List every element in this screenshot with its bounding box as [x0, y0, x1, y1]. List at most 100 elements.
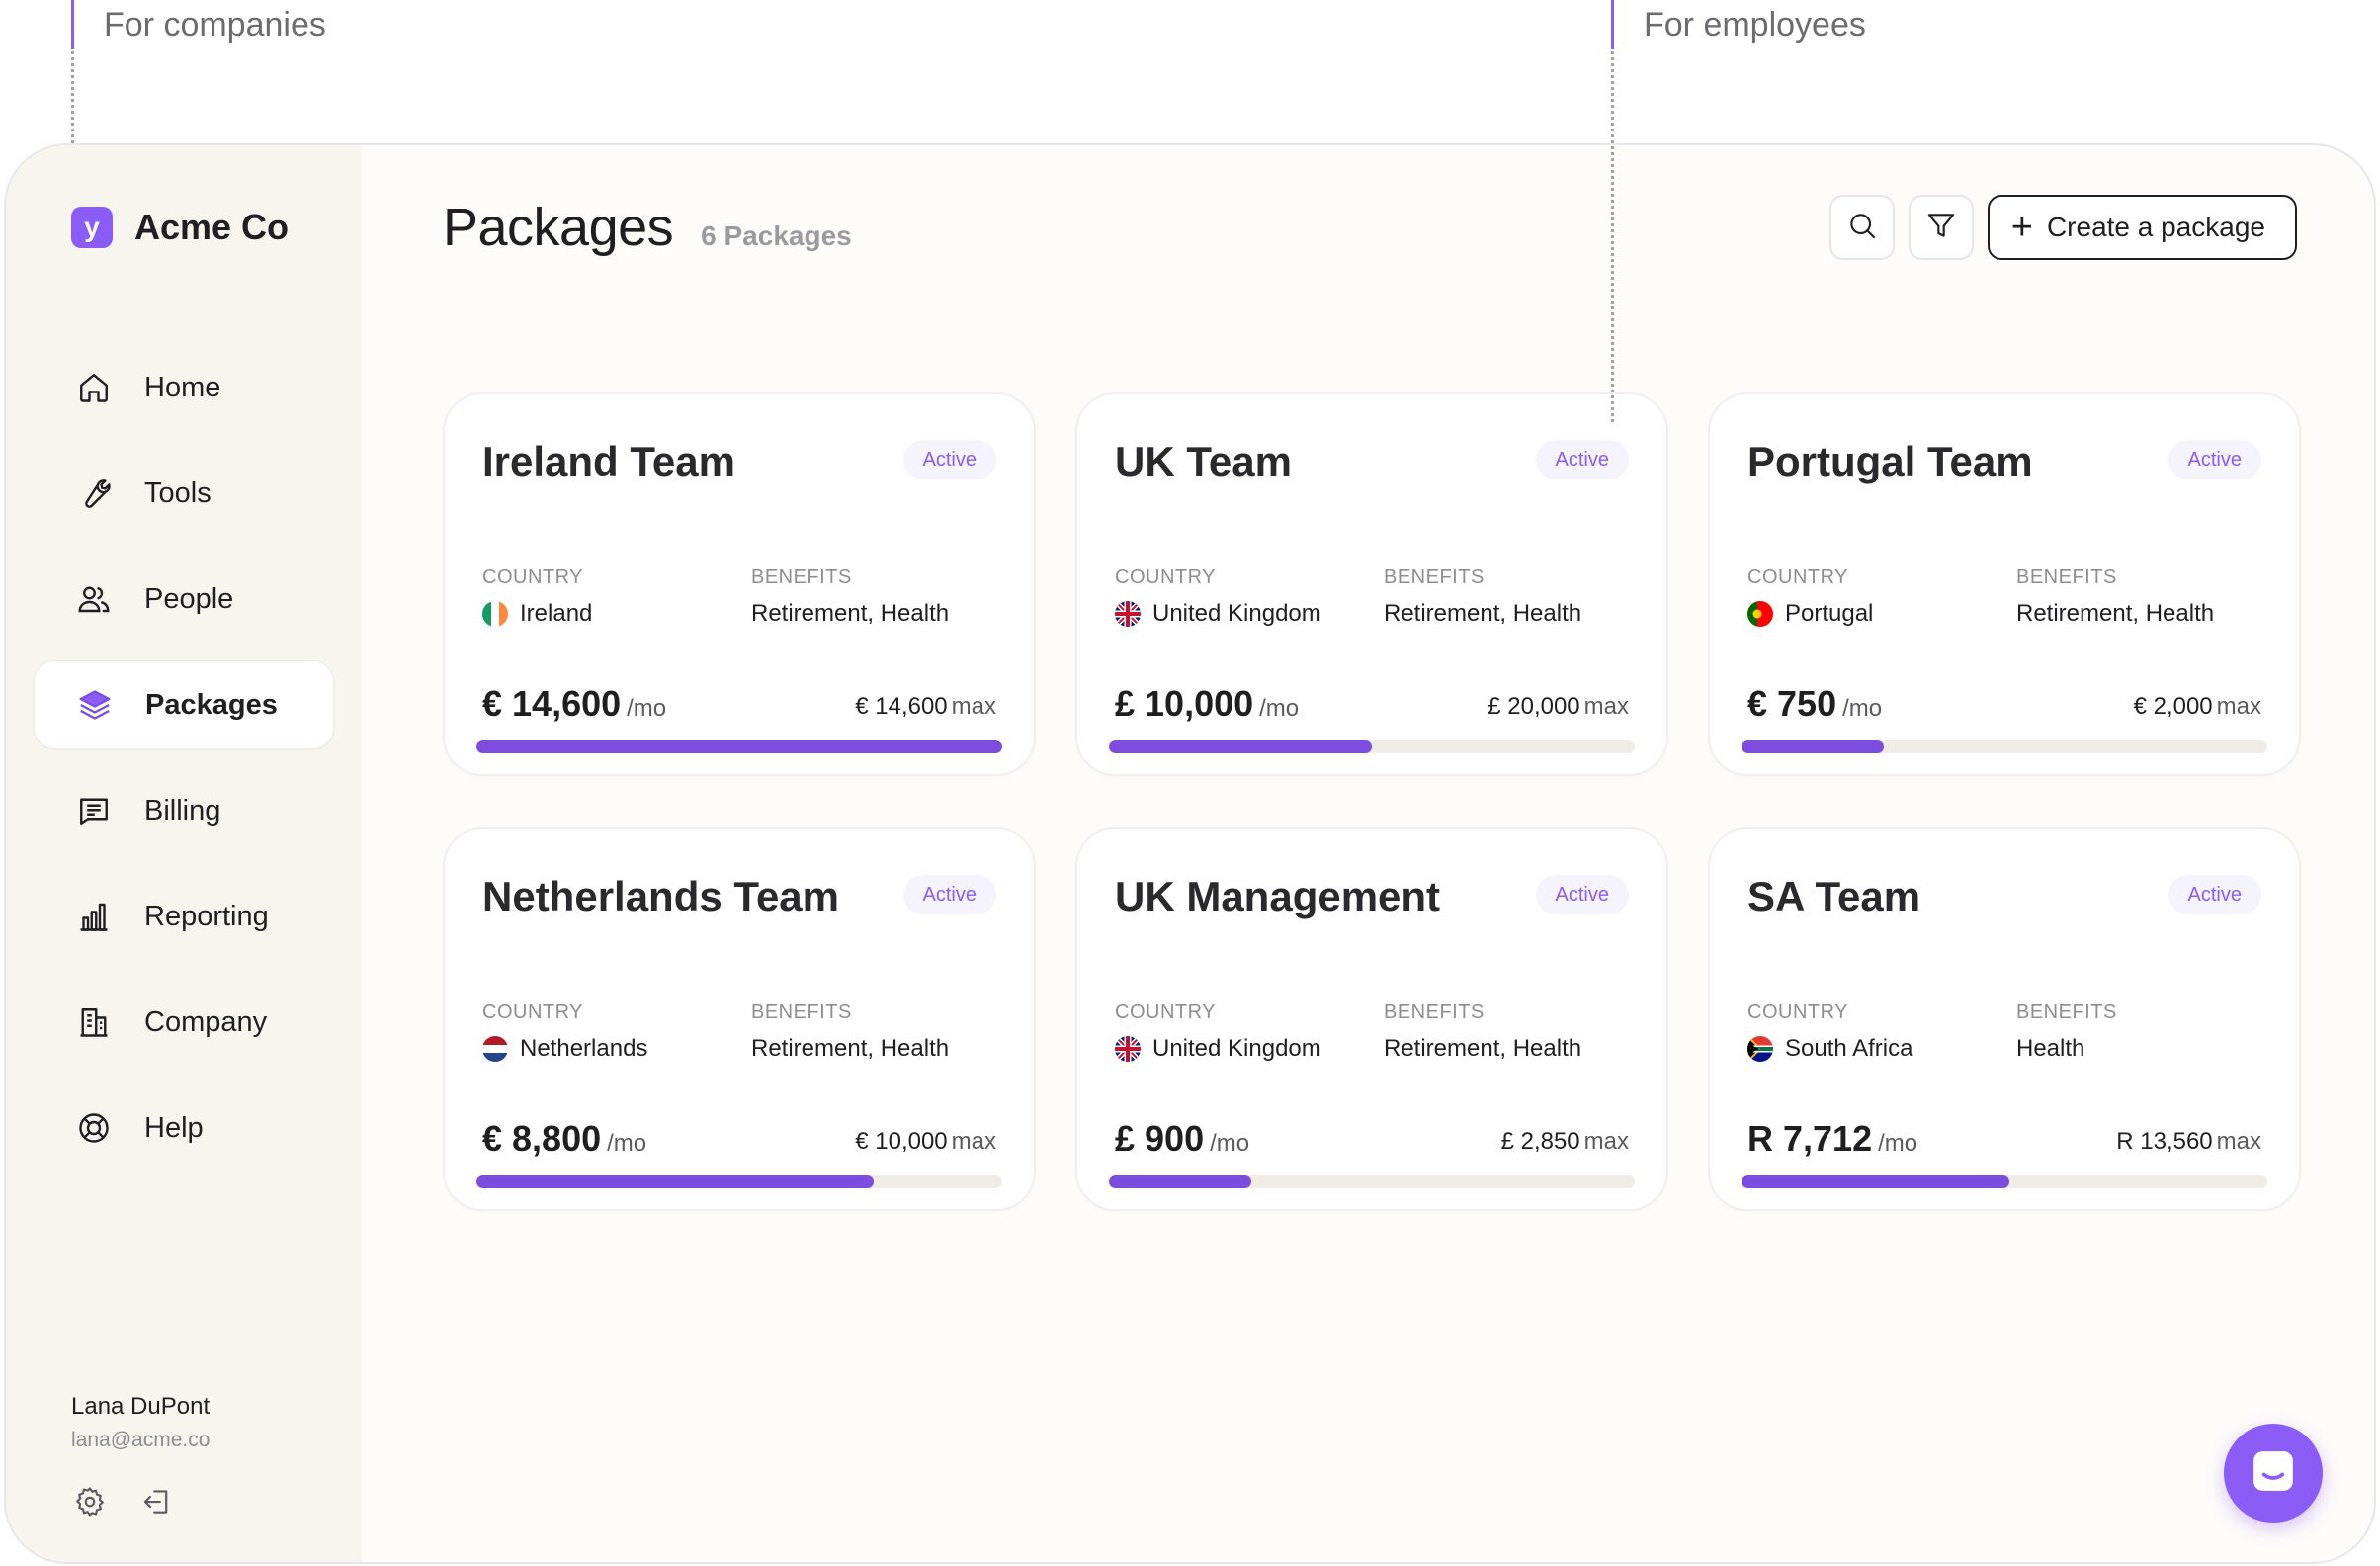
progress-fill [1742, 1175, 2010, 1188]
main-content: Packages 6 Packages + Create a package I… [362, 145, 2374, 1562]
create-package-button[interactable]: + Create a package [1987, 195, 2297, 260]
sidebar-item-reporting[interactable]: Reporting [34, 872, 334, 961]
max-label: max [951, 1128, 996, 1155]
monthly-amount: € 14,600/mo [482, 683, 666, 725]
sidebar-item-tools[interactable]: Tools [34, 449, 334, 538]
sidebar-item-label: Home [144, 371, 221, 403]
building-icon [75, 1003, 113, 1041]
progress-bar [476, 1175, 1002, 1188]
package-name: UK Team [1115, 438, 1292, 484]
progress-fill [476, 740, 1002, 753]
billing-icon [75, 792, 113, 829]
package-card[interactable]: UK Team Active COUNTRY BENEFITS United K… [1075, 392, 1668, 776]
progress-fill [1742, 740, 1884, 753]
ireland-flag [482, 601, 508, 627]
annotation-employees-label: For employees [1644, 6, 1866, 44]
max-amount: £ 20,000 max [1488, 693, 1629, 721]
package-grid: Ireland Team Active COUNTRY BENEFITS Ire… [443, 392, 2301, 1211]
benefits-value: Health [2016, 1035, 2085, 1062]
search-button[interactable] [1828, 195, 1895, 260]
sidebar-item-company[interactable]: Company [34, 978, 334, 1067]
country-name: Ireland [520, 600, 593, 627]
app-window: y Acme Co Home Tools People Packages Bil… [4, 143, 2376, 1564]
max-value: € 10,000 [855, 1128, 948, 1155]
sidebar-item-people[interactable]: People [34, 555, 334, 644]
package-card[interactable]: Netherlands Team Active COUNTRY BENEFITS… [443, 827, 1036, 1211]
progress-bar [1742, 740, 2267, 753]
annotation-line-right [1611, 51, 1614, 422]
benefits-value: Retirement, Health [751, 1035, 950, 1062]
annotation-companies-label: For companies [104, 6, 326, 44]
people-icon [75, 580, 113, 618]
chat-button[interactable] [2224, 1424, 2323, 1522]
progress-bar [476, 740, 1002, 753]
uk-flag [1115, 601, 1141, 627]
progress-bar [1109, 740, 1635, 753]
country-value: Netherlands [482, 1035, 647, 1063]
max-value: £ 20,000 [1488, 693, 1580, 720]
max-value: € 2,000 [2133, 693, 2213, 720]
package-card[interactable]: Ireland Team Active COUNTRY BENEFITS Ire… [443, 392, 1036, 776]
package-card[interactable]: SA Team Active COUNTRY BENEFITS South Af… [1708, 827, 2301, 1211]
sidebar-item-label: Company [144, 1005, 268, 1038]
brand-name: Acme Co [134, 207, 290, 247]
per-month-label: /mo [1878, 1130, 1918, 1157]
package-count: 6 Packages [701, 220, 852, 251]
logout-icon[interactable] [138, 1483, 176, 1521]
max-amount: € 14,600 max [855, 693, 996, 721]
netherlands-flag [482, 1036, 508, 1062]
package-name: UK Management [1115, 873, 1441, 919]
max-label: max [2216, 1128, 2261, 1155]
user-name: Lana DuPont [71, 1393, 211, 1420]
max-amount: £ 2,850 max [1501, 1128, 1629, 1156]
country-label: COUNTRY [1115, 1001, 1217, 1023]
sidebar-item-packages[interactable]: Packages [34, 660, 334, 749]
create-package-label: Create a package [2046, 212, 2265, 242]
portugal-flag [1747, 601, 1773, 627]
status-badge: Active [1535, 440, 1629, 479]
max-value: € 14,600 [855, 693, 948, 720]
chat-icon [2246, 1443, 2301, 1504]
max-label: max [1583, 1128, 1629, 1155]
page-header: Packages 6 Packages [443, 197, 852, 258]
benefits-label: BENEFITS [751, 1001, 852, 1023]
package-card[interactable]: UK Management Active COUNTRY BENEFITS Un… [1075, 827, 1668, 1211]
user-email: lana@acme.co [71, 1429, 211, 1451]
benefits-label: BENEFITS [2016, 1001, 2117, 1023]
sidebar-item-label: Help [144, 1111, 204, 1144]
benefits-label: BENEFITS [751, 566, 852, 588]
sidebar-item-help[interactable]: Help [34, 1084, 334, 1173]
annotation-line-left [71, 51, 74, 143]
package-card[interactable]: Portugal Team Active COUNTRY BENEFITS Po… [1708, 392, 2301, 776]
status-badge: Active [902, 875, 996, 914]
country-name: South Africa [1785, 1035, 1913, 1062]
sidebar-item-label: Tools [144, 477, 212, 509]
filter-button[interactable] [1908, 195, 1974, 260]
per-month-label: /mo [1259, 695, 1300, 722]
progress-bar [1109, 1175, 1635, 1188]
status-badge: Active [2168, 440, 2261, 479]
progress-fill [1109, 740, 1372, 753]
amount-value: € 8,800 [482, 1118, 602, 1159]
benefits-label: BENEFITS [1384, 1001, 1485, 1023]
monthly-amount: € 8,800/mo [482, 1118, 646, 1160]
gear-icon[interactable] [71, 1483, 109, 1521]
max-label: max [1583, 693, 1629, 720]
annotation-companies: For companies [71, 0, 326, 49]
benefits-value: Retirement, Health [1384, 1035, 1582, 1062]
brand[interactable]: y Acme Co [71, 207, 289, 248]
wrench-icon [75, 475, 113, 512]
max-value: £ 2,850 [1500, 1128, 1580, 1155]
sidebar-item-billing[interactable]: Billing [34, 766, 334, 855]
sidebar-item-home[interactable]: Home [34, 343, 334, 432]
benefits-value: Retirement, Health [751, 600, 950, 627]
amount-value: € 750 [1747, 683, 1837, 724]
country-label: COUNTRY [1115, 566, 1217, 588]
toolbar: + Create a package [1828, 195, 2297, 260]
south-africa-flag [1747, 1036, 1773, 1062]
amount-value: € 14,600 [482, 683, 622, 724]
layers-icon [76, 686, 114, 724]
package-name: SA Team [1747, 873, 1921, 919]
country-label: COUNTRY [482, 1001, 584, 1023]
lifebuoy-icon [75, 1109, 113, 1147]
